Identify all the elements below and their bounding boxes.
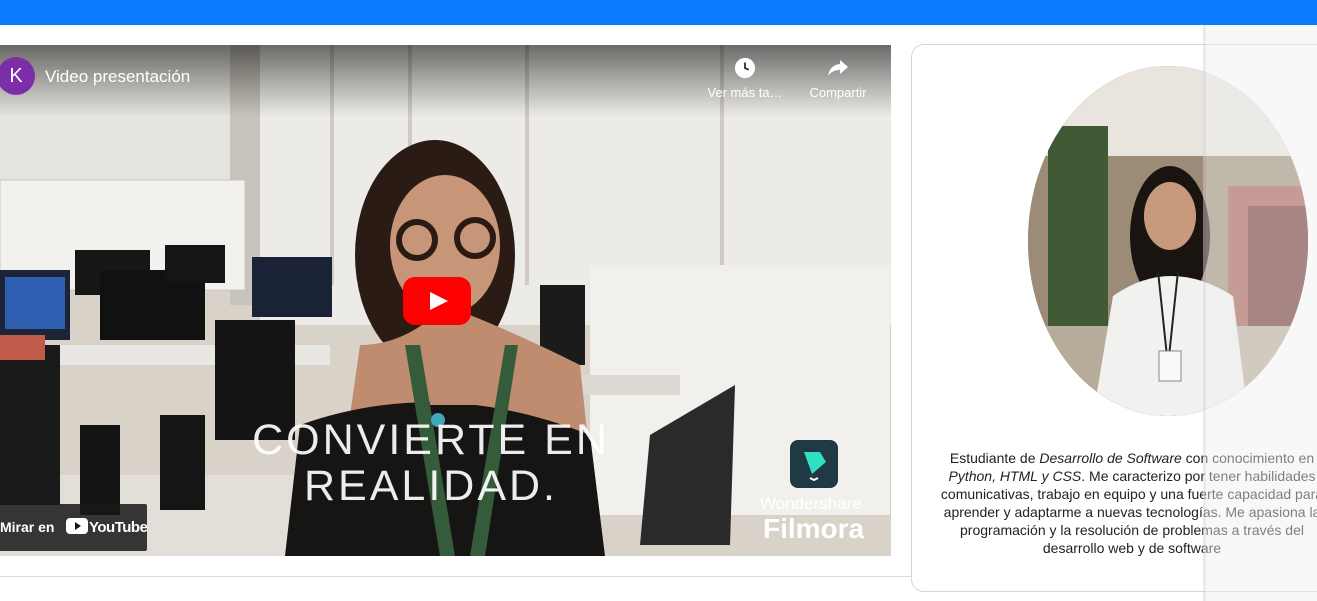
overlay-line-1: CONVIERTE EN (252, 416, 610, 464)
bio-text-2: con conocimiento en (1181, 450, 1315, 466)
video-overlay-caption: CONVIERTE EN REALIDAD. (232, 417, 630, 509)
bio-text-1: Estudiante de (949, 450, 1040, 466)
filmora-brand: Wondershare (760, 494, 862, 513)
share-label: Compartir (809, 85, 867, 100)
profile-photo (1028, 66, 1308, 416)
youtube-logo-icon (66, 518, 88, 534)
watch-on-label: Mirar en (0, 519, 55, 535)
profile-card: Estudiante de Desarrollo de Software con… (911, 44, 1317, 592)
video-title[interactable]: Video presentación (45, 67, 190, 87)
bio-emphasis-1: Desarrollo de Software (1039, 450, 1182, 466)
watch-on-youtube-button[interactable]: Mirar en YouTube (0, 504, 148, 551)
profile-bio: Estudiante de Desarrollo de Software con… (932, 449, 1317, 557)
watch-later-label: Ver más ta… (707, 85, 783, 100)
share-arrow-icon (828, 60, 848, 76)
section-divider (0, 576, 912, 577)
bio-emphasis-2: Python, HTML y CSS (948, 468, 1082, 484)
clock-icon (734, 57, 756, 79)
filmora-name: Filmora (763, 513, 865, 544)
video-player[interactable]: K Video presentación Ver más ta… Compart… (0, 45, 891, 556)
youtube-wordmark: YouTube (89, 519, 148, 536)
play-button[interactable] (403, 277, 471, 325)
share-button[interactable]: Compartir (804, 57, 872, 100)
top-bar (0, 0, 1317, 25)
overlay-line-2: REALIDAD. (303, 462, 558, 510)
watch-later-button[interactable]: Ver más ta… (705, 57, 785, 100)
filmora-logo-icon (790, 440, 838, 488)
